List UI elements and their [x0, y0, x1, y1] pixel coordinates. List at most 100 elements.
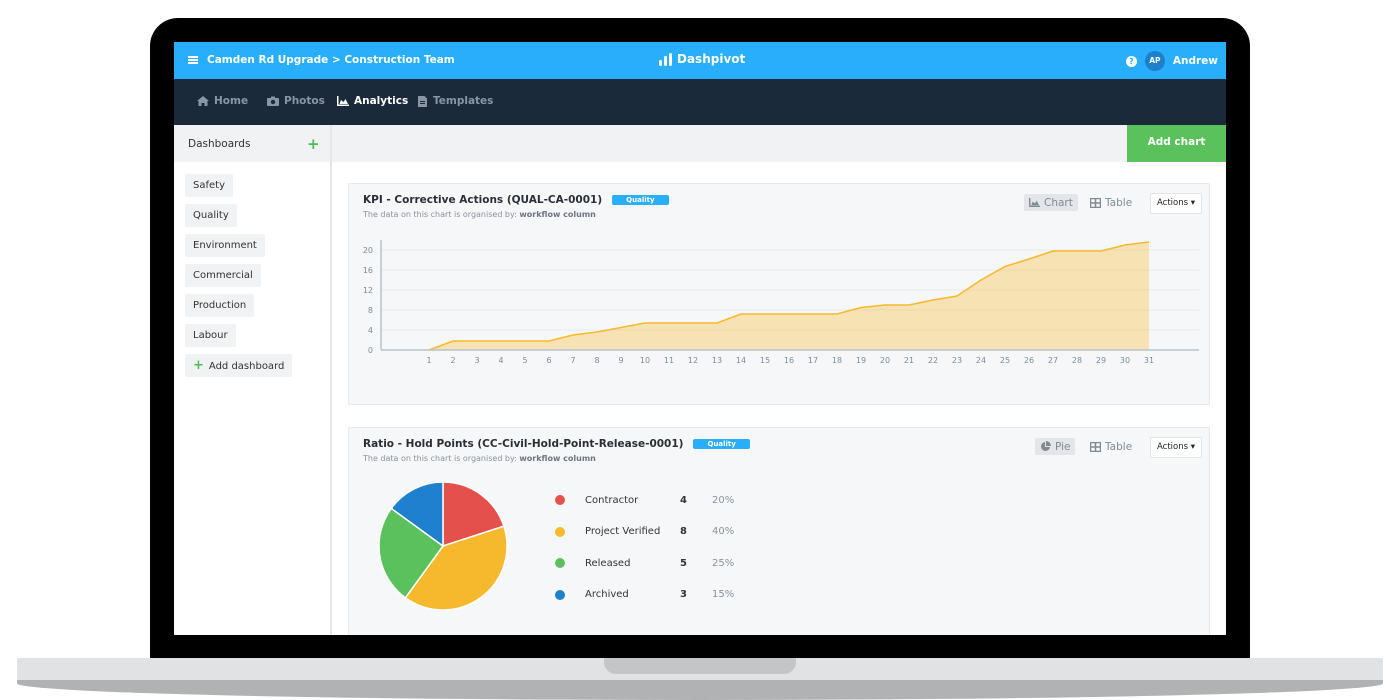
y-tick-label: 12 [363, 286, 373, 295]
brand-name: Dashpivot [677, 52, 746, 66]
top-bar: Camden Rd Upgrade > Construction Team Da… [174, 42, 1226, 79]
x-tick-label: 16 [784, 356, 794, 365]
x-tick-label: 6 [546, 356, 551, 365]
laptop-base [17, 658, 1383, 700]
home-icon [197, 96, 209, 106]
sidebar-item-commercial[interactable]: Commercial [185, 264, 261, 287]
user-menu[interactable]: ? AP Andrew [1125, 51, 1218, 71]
category-badge: Quality [612, 195, 669, 205]
x-tick-label: 8 [594, 356, 599, 365]
user-name[interactable]: Andrew [1173, 55, 1218, 67]
dashboards-sidebar: Dashboards + Safety Quality Environment … [174, 125, 332, 635]
category-badge: Quality [693, 439, 750, 449]
table-view-button[interactable]: Table [1085, 194, 1137, 211]
breadcrumb-text[interactable]: Camden Rd Upgrade > Construction Team [207, 54, 455, 66]
table-icon [1090, 197, 1101, 208]
actions-dropdown[interactable]: Actions ▾ [1150, 193, 1203, 214]
x-tick-label: 10 [640, 356, 650, 365]
x-tick-label: 17 [808, 356, 818, 365]
x-tick-label: 7 [570, 356, 575, 365]
legend-swatch [555, 589, 565, 600]
nav-templates[interactable]: Templates [418, 95, 493, 107]
sidebar-item-environment[interactable]: Environment [185, 234, 265, 257]
x-tick-label: 20 [880, 356, 890, 365]
app-screen: Camden Rd Upgrade > Construction Team Da… [174, 42, 1226, 635]
x-tick-label: 21 [904, 356, 914, 365]
x-tick-label: 3 [474, 356, 479, 365]
table-icon [1090, 441, 1101, 452]
x-tick-label: 19 [856, 356, 866, 365]
area-chart-icon [337, 96, 349, 106]
chart-view-button[interactable]: Chart [1024, 194, 1078, 211]
add-dashboard-button[interactable]: + Add dashboard [185, 354, 293, 377]
legend-percent: 40% [712, 526, 735, 537]
toolbar: Add chart [332, 125, 1226, 162]
caret-down-icon: ▾ [1190, 198, 1196, 208]
nav-analytics[interactable]: Analytics [337, 95, 408, 107]
avatar[interactable]: AP [1144, 51, 1165, 71]
y-tick-label: 16 [363, 266, 373, 275]
menu-icon[interactable] [188, 56, 198, 64]
x-tick-label: 14 [736, 356, 746, 365]
legend-count: 8 [680, 526, 687, 537]
area-chart-icon [1029, 198, 1040, 207]
file-icon [418, 95, 427, 107]
question-circle-icon[interactable]: ? [1125, 55, 1137, 67]
card-subtitle: The data on this chart is organised by: … [363, 454, 596, 463]
x-tick-label: 25 [1000, 356, 1010, 365]
nav-home[interactable]: Home [197, 95, 248, 107]
sidebar-header: Dashboards + [174, 125, 330, 162]
y-tick-label: 20 [363, 246, 373, 255]
x-tick-label: 29 [1096, 356, 1106, 365]
sidebar-item-safety[interactable]: Safety [185, 174, 233, 197]
x-tick-label: 5 [522, 356, 527, 365]
legend-count: 3 [680, 589, 687, 600]
x-tick-label: 23 [952, 356, 962, 365]
breadcrumb: Camden Rd Upgrade > Construction Team [188, 54, 455, 66]
x-tick-label: 26 [1024, 356, 1034, 365]
legend-item[interactable]: Released 5 25% [555, 558, 734, 569]
x-tick-label: 30 [1120, 356, 1130, 365]
x-tick-label: 9 [618, 356, 623, 365]
bar-chart-logo-icon [659, 52, 672, 66]
nav-photos[interactable]: Photos [267, 95, 325, 107]
main-content: Add chart KPI - Corrective Actions (QUAL… [332, 125, 1226, 635]
brand-logo[interactable]: Dashpivot [659, 52, 745, 66]
legend-label: Project Verified [585, 526, 661, 537]
legend-item[interactable]: Contractor 4 20% [555, 495, 734, 506]
legend-swatch [555, 526, 565, 537]
y-tick-label: 0 [368, 346, 373, 355]
sidebar-item-labour[interactable]: Labour [185, 324, 236, 347]
x-tick-label: 12 [688, 356, 698, 365]
x-tick-label: 11 [664, 356, 674, 365]
x-tick-label: 15 [760, 356, 770, 365]
y-tick-label: 8 [368, 306, 373, 315]
x-tick-label: 28 [1072, 356, 1082, 365]
legend-item[interactable]: Archived 3 15% [555, 589, 734, 600]
legend-percent: 15% [712, 589, 735, 600]
area-fill [429, 242, 1149, 350]
chart-card-corrective-actions: KPI - Corrective Actions (QUAL-CA-0001) … [348, 183, 1210, 405]
add-dashboard-plus-icon[interactable]: + [307, 135, 320, 153]
add-chart-button[interactable]: Add chart [1127, 125, 1226, 162]
legend-swatch [555, 558, 565, 568]
legend-swatch [555, 495, 565, 505]
sidebar-item-production[interactable]: Production [185, 294, 255, 317]
chart-card-hold-points: Ratio - Hold Points (CC-Civil-Hold-Point… [348, 427, 1210, 635]
pie-chart-icon [1041, 441, 1051, 451]
pie-chart [378, 481, 508, 611]
card-subtitle: The data on this chart is organised by: … [363, 210, 596, 219]
x-tick-label: 2 [450, 356, 455, 365]
caret-down-icon: ▾ [1190, 442, 1196, 452]
camera-icon [267, 96, 279, 106]
pie-view-button[interactable]: Pie [1035, 438, 1076, 455]
actions-dropdown[interactable]: Actions ▾ [1150, 437, 1203, 458]
sidebar-item-quality[interactable]: Quality [185, 204, 237, 227]
table-view-button[interactable]: Table [1085, 438, 1137, 455]
legend-item[interactable]: Project Verified 8 40% [555, 526, 734, 537]
nav-bar: Home Photos Analytics Templates [174, 79, 1226, 125]
plus-icon: + [193, 358, 204, 373]
area-chart: 0481216201 2 3 4 5 6 7 8 9 10 11 12 13 14 15 16 17 18 19 20… [363, 240, 1199, 365]
x-tick-label: 22 [928, 356, 938, 365]
legend-label: Archived [585, 589, 629, 600]
